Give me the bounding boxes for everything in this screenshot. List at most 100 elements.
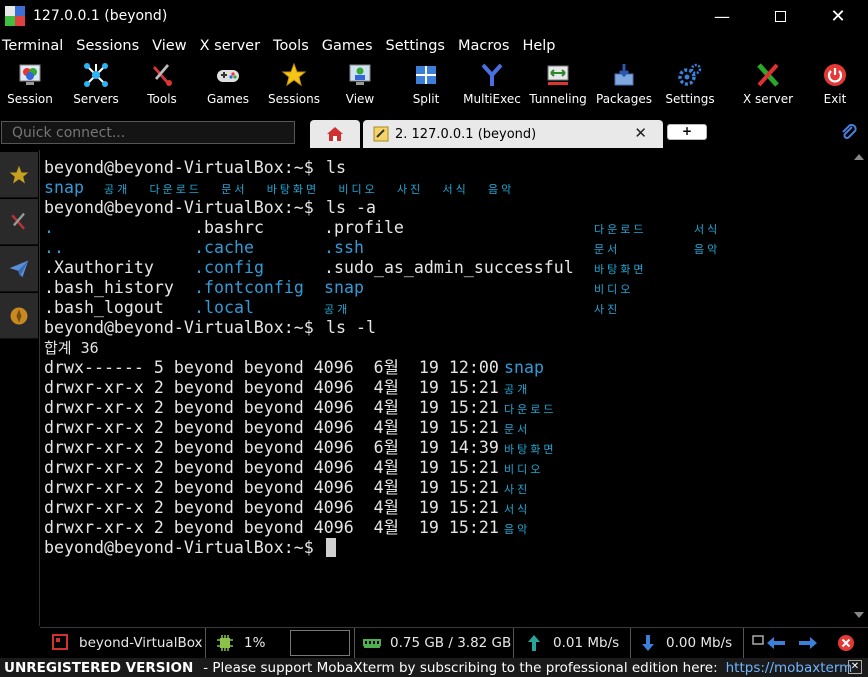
dir-entry: 공개 <box>324 303 351 316</box>
terminal-line: beyond@beyond-VirtualBox:~$ ls <box>44 158 346 178</box>
scroll-down-icon[interactable] <box>854 612 864 618</box>
status-download: 0.00 Mb/s <box>666 635 733 651</box>
disconnect-icon[interactable] <box>837 634 855 652</box>
sidebar-macros-button[interactable] <box>0 246 38 292</box>
multiexec-button[interactable]: MultiExec <box>457 58 527 110</box>
x-server-button[interactable]: X server <box>733 58 803 110</box>
menu-view[interactable]: View <box>150 38 192 54</box>
dir-entry: 바탕화면 <box>594 263 647 276</box>
window-title: 127.0.0.1 (beyond) <box>33 8 168 24</box>
menu-macros[interactable]: Macros <box>456 38 515 54</box>
session-button[interactable]: Session <box>0 58 65 110</box>
download-icon <box>642 635 654 651</box>
menu-sessions[interactable]: Sessions <box>74 38 145 54</box>
session-icon <box>19 64 41 85</box>
mobaxterm-window: 127.0.0.1 (beyond) — ✕ Terminal Sessions… <box>0 0 868 677</box>
settings-button[interactable]: Settings <box>655 58 725 110</box>
permissions: drwxr-xr-x 2 beyond beyond 4096 4월 19 15… <box>44 458 509 477</box>
terminal-line: . .bashrc .profile 다운로드 서식 <box>44 218 717 238</box>
sessions-button[interactable]: Sessions <box>259 58 329 110</box>
menu-games[interactable]: Games <box>320 38 379 54</box>
tools-label: Tools <box>147 92 177 106</box>
tab-row: 2. 127.0.0.1 (beyond) ✕ + <box>0 118 868 148</box>
sidebar-sftp-button[interactable] <box>0 293 38 339</box>
dir-entry: 공개 다운로드 문서 바탕화면 비디오 사진 서식 음악 <box>104 183 515 196</box>
close-window-button[interactable]: ✕ <box>811 0 865 32</box>
tools-button[interactable]: Tools <box>127 58 197 110</box>
file-entry: .profile <box>324 218 404 237</box>
menu-tools[interactable]: Tools <box>271 38 315 54</box>
permissions: drwxr-xr-x 2 beyond beyond 4096 4월 19 15… <box>44 498 509 517</box>
permissions: drwxr-xr-x 2 beyond beyond 4096 4월 19 15… <box>44 478 509 497</box>
tunneling-button[interactable]: Tunneling <box>523 58 593 110</box>
terminal-line: .Xauthority .config .sudo_as_admin_succe… <box>44 258 643 278</box>
servers-icon <box>84 63 108 87</box>
plus-icon: + <box>681 124 693 138</box>
mobaxterm-logo-icon <box>5 6 25 26</box>
maximize-button[interactable] <box>753 0 807 32</box>
status-upload: 0.01 Mb/s <box>553 635 620 651</box>
close-icon: ✕ <box>830 5 846 27</box>
attachment-icon[interactable] <box>840 123 858 141</box>
dir-entry: 사진 <box>504 483 531 496</box>
banner-close-icon[interactable]: ✕ <box>848 660 862 674</box>
view-button[interactable]: View <box>325 58 395 110</box>
support-message: - Please support MobaXterm by subscribin… <box>203 659 718 676</box>
dir-entry: .fontconfig <box>194 278 304 297</box>
file-entry: .bashrc <box>194 218 264 237</box>
dir-entry: 문서 <box>594 243 621 256</box>
cpu-graph <box>290 630 350 656</box>
terminal-line: beyond@beyond-VirtualBox:~$ ls -l <box>44 318 376 338</box>
dir-entry: 음악 <box>504 523 531 536</box>
terminal-line: .bash_history .fontconfig snap 비디오 <box>44 278 630 298</box>
sidebar-tools-button[interactable] <box>0 199 38 245</box>
upload-icon <box>528 635 540 651</box>
quick-connect-input[interactable] <box>1 121 295 144</box>
split-button[interactable]: Split <box>391 58 461 110</box>
session-label: Session <box>7 92 53 106</box>
file-entry: .bash_logout <box>44 298 164 317</box>
arrow-left-icon[interactable] <box>766 636 786 650</box>
permissions: drwxr-xr-x 2 beyond beyond 4096 4월 19 15… <box>44 418 509 437</box>
support-link[interactable]: https://mobaxterm <box>726 660 853 676</box>
power-icon <box>824 64 846 86</box>
unregistered-label: UNREGISTERED VERSION <box>4 659 194 676</box>
permissions: drwxr-xr-x 2 beyond beyond 4096 4월 19 15… <box>44 378 509 397</box>
new-tab-button[interactable]: + <box>667 124 707 140</box>
sidebar-sessions-button[interactable] <box>0 152 38 198</box>
home-tab[interactable] <box>310 120 360 148</box>
games-label: Games <box>207 92 249 106</box>
dir-entry: snap <box>324 278 364 297</box>
menu-bar: Terminal Sessions View X server Tools Ga… <box>0 34 567 58</box>
packages-button[interactable]: Packages <box>589 58 659 110</box>
dir-entry: 사진 <box>594 303 621 316</box>
arrow-right-icon[interactable] <box>798 636 818 650</box>
terminal-scrollbar[interactable] <box>851 152 868 624</box>
menu-terminal[interactable]: Terminal <box>0 38 69 54</box>
tab-session-127-0-0-1[interactable]: 2. 127.0.0.1 (beyond) ✕ <box>363 120 663 148</box>
terminal-line: beyond@beyond-VirtualBox:~$ ls -a <box>44 198 376 218</box>
servers-label: Servers <box>73 92 119 106</box>
tab-close-icon[interactable]: ✕ <box>634 124 647 142</box>
minimize-button[interactable]: — <box>695 0 749 32</box>
packages-label: Packages <box>596 92 652 106</box>
terminal-output[interactable]: beyond@beyond-VirtualBox:~$ ls snap 공개 다… <box>42 152 851 624</box>
compass-icon <box>10 307 28 324</box>
minimize-icon: — <box>714 6 730 26</box>
menu-x-server[interactable]: X server <box>198 38 266 54</box>
menu-settings[interactable]: Settings <box>384 38 451 54</box>
games-button[interactable]: Games <box>193 58 263 110</box>
tunneling-icon <box>547 65 569 85</box>
status-cpu: 1% <box>244 635 266 651</box>
file-entry: .bash_history <box>44 278 174 297</box>
exit-button[interactable]: Exit <box>800 58 868 110</box>
split-icon <box>416 66 436 84</box>
menu-help[interactable]: Help <box>520 38 561 54</box>
memory-icon <box>363 639 381 648</box>
dir-entry: 서식 <box>504 503 531 516</box>
view-label: View <box>345 92 375 106</box>
scroll-up-icon[interactable] <box>854 154 864 160</box>
terminal-line: beyond@beyond-VirtualBox:~$ <box>44 538 344 558</box>
sessions-label: Sessions <box>267 92 321 106</box>
servers-button[interactable]: Servers <box>61 58 131 110</box>
